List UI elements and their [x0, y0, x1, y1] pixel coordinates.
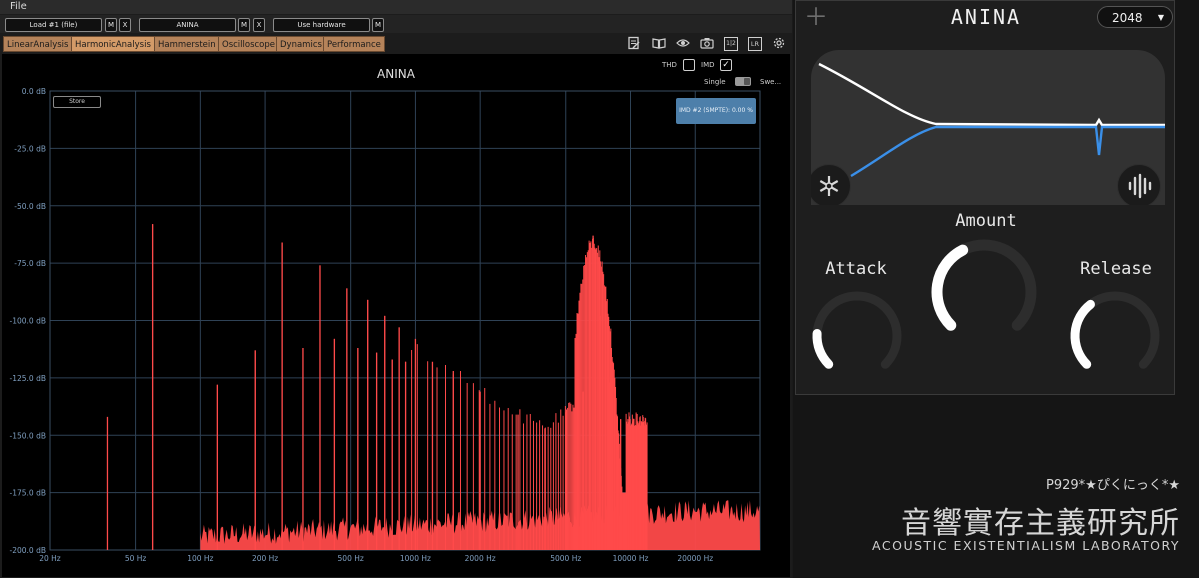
- chevron-down-icon: ▼: [1157, 13, 1164, 22]
- single-label: Single: [704, 78, 726, 86]
- x-tick-label: 10000 Hz: [613, 554, 649, 563]
- snowflake-icon[interactable]: [811, 164, 851, 205]
- load-x-button[interactable]: X: [119, 18, 131, 32]
- one-two-icon[interactable]: 1|2: [724, 37, 738, 51]
- single-sweep-toggle[interactable]: [735, 77, 751, 86]
- tab-dynamics[interactable]: Dynamics: [276, 36, 326, 52]
- camera-icon[interactable]: [700, 36, 714, 50]
- book-icon[interactable]: [652, 36, 666, 50]
- size-value: 2048: [1112, 11, 1143, 25]
- eye-icon[interactable]: [676, 36, 690, 50]
- tab-oscilloscope[interactable]: Oscilloscope: [218, 36, 280, 52]
- imd-readout: IMD #2 (SMPTE): 0.00 %: [676, 98, 756, 124]
- knob-value-arc: [1070, 299, 1095, 369]
- plugin-window: ＋ ANINA 2048 ▼ Amount Attack Release: [795, 0, 1175, 395]
- y-tick-label: -75.0 dB: [14, 259, 46, 268]
- check-icon: ✓: [722, 60, 730, 70]
- plus-icon[interactable]: ＋: [804, 5, 828, 29]
- analyzer-window: File Load #1 (file) M X ANINA M X Use ha…: [0, 0, 792, 578]
- x-tick-label: 50 Hz: [125, 554, 147, 563]
- device-x-button[interactable]: X: [253, 18, 265, 32]
- x-tick-label: 1000 Hz: [400, 554, 431, 563]
- load-m-button[interactable]: M: [105, 18, 117, 32]
- device-name-field[interactable]: ANINA: [139, 18, 236, 32]
- release-label: Release: [1080, 259, 1152, 279]
- watermark-line2: 音響實存主義研究所: [901, 506, 1180, 541]
- amount-label: Amount: [955, 211, 1017, 231]
- waveform-icon[interactable]: [1117, 164, 1161, 205]
- amount-knob[interactable]: [924, 232, 1044, 352]
- watermark-line3: ACOUSTIC EXISTENTIALISM LABORATORY: [872, 538, 1180, 553]
- imd-checkbox[interactable]: ✓: [720, 59, 732, 71]
- device-m-button[interactable]: M: [238, 18, 250, 32]
- attack-knob[interactable]: [802, 281, 912, 391]
- watermark-line1: P929*★ぴくにっく*★: [1046, 478, 1180, 493]
- y-tick-label: -25.0 dB: [14, 144, 46, 153]
- y-tick-label: -125.0 dB: [10, 374, 46, 383]
- load-file-button[interactable]: Load #1 (file): [5, 18, 102, 32]
- x-tick-label: 100 Hz: [187, 554, 213, 563]
- x-tick-label: 5000 Hz: [550, 554, 581, 563]
- thd-label: THD: [662, 61, 677, 69]
- knob-track: [812, 291, 902, 369]
- thd-checkbox[interactable]: [683, 59, 695, 71]
- knob-value-arc: [931, 244, 969, 331]
- release-knob[interactable]: [1060, 281, 1170, 391]
- y-tick-label: -150.0 dB: [10, 431, 46, 440]
- y-tick-label: -175.0 dB: [10, 489, 46, 498]
- x-tick-label: 2000 Hz: [465, 554, 496, 563]
- tab-performance[interactable]: Performance: [323, 36, 385, 52]
- x-tick-label: 20000 Hz: [677, 554, 713, 563]
- y-tick-label: -100.0 dB: [10, 317, 46, 326]
- tab-bar: LinearAnalysis HarmonicAnalysis Hammerst…: [0, 34, 792, 53]
- knob-value-arc: [812, 328, 834, 369]
- tab-linear-analysis[interactable]: LinearAnalysis: [3, 36, 73, 52]
- x-tick-label: 500 Hz: [338, 554, 364, 563]
- notes-icon[interactable]: [627, 36, 641, 50]
- x-tick-label: 20 Hz: [39, 554, 61, 563]
- plot-title: ANINA: [377, 67, 415, 81]
- y-tick-label: -50.0 dB: [14, 202, 46, 211]
- x-tick-label: 200 Hz: [252, 554, 278, 563]
- white-curve: [818, 62, 1165, 127]
- lr-icon[interactable]: LR: [748, 37, 762, 51]
- gear-icon[interactable]: [772, 36, 786, 50]
- plugin-name: ANINA: [950, 5, 1022, 29]
- curve-display: [811, 50, 1165, 205]
- use-hardware-button[interactable]: Use hardware: [273, 18, 370, 32]
- size-dropdown[interactable]: 2048 ▼: [1097, 6, 1173, 28]
- file-menu[interactable]: File: [10, 0, 27, 14]
- hardware-m-button[interactable]: M: [372, 18, 384, 32]
- transfer-curve: [818, 62, 1165, 178]
- menu-bar: File: [0, 0, 792, 14]
- spectrum-plot: 0.0 dB -25.0 dB -50.0 dB -75.0 dB -100.0 dB -…: [2, 54, 790, 577]
- imd-label: IMD: [701, 61, 715, 69]
- y-tick-label: 0.0 dB: [22, 87, 46, 96]
- sweep-label: Swe...: [760, 78, 782, 86]
- attack-label: Attack: [825, 259, 887, 279]
- control-row: Load #1 (file) M X ANINA M X Use hardwar…: [0, 15, 792, 33]
- tab-hammerstein[interactable]: Hammerstein: [154, 36, 220, 52]
- store-button[interactable]: Store: [53, 96, 101, 108]
- tab-harmonic-analysis[interactable]: HarmonicAnalysis: [71, 36, 155, 52]
- spectrum-chart: 0.0 dB -25.0 dB -50.0 dB -75.0 dB -100.0 dB -…: [10, 87, 761, 563]
